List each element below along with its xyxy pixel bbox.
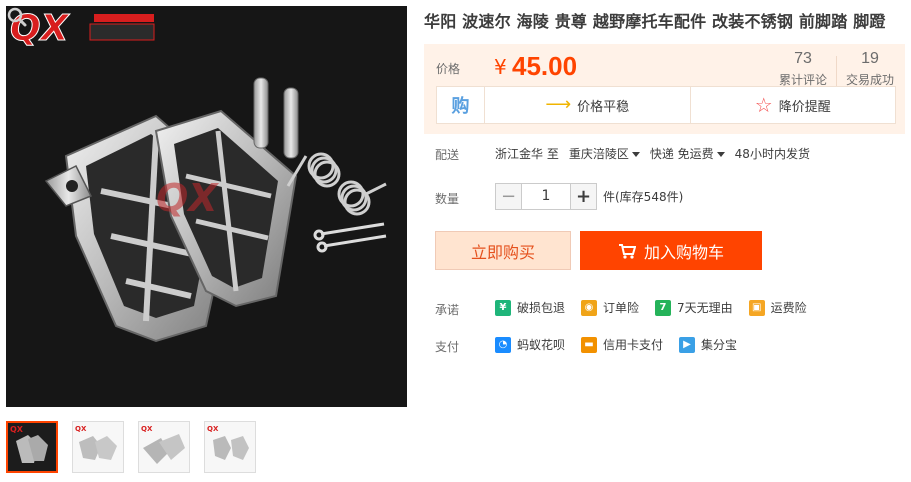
quantity-decrease-button[interactable]: − — [495, 183, 522, 210]
currency-symbol: ¥ — [494, 55, 507, 79]
shipping-insurance-icon: ▣ — [748, 299, 765, 316]
svg-text:QX: QX — [10, 425, 24, 434]
add-to-cart-label: 加入购物车 — [643, 242, 724, 262]
delivery-destination-select[interactable]: 重庆涪陵区 — [569, 145, 640, 162]
promise-item[interactable]: ▣ 运费险 — [748, 299, 807, 316]
promise-list: ¥ 破损包退 ◉ 订单险 7 7天无理由 ▣ 运费险 — [495, 299, 807, 316]
quantity-increase-button[interactable]: + — [570, 183, 597, 210]
price-steady-label: 价格平稳 — [577, 99, 630, 115]
mounting-pins — [253, 77, 299, 159]
promise-item[interactable]: ◉ 订单险 — [581, 299, 639, 316]
chevron-down-icon — [716, 152, 725, 157]
payment-item[interactable]: ▶ 集分宝 — [679, 336, 737, 353]
promise-item[interactable]: ¥ 破损包退 — [495, 299, 565, 316]
payment-item[interactable]: ▬ 信用卡支付 — [581, 336, 663, 353]
payment-item-label: 信用卡支付 — [603, 338, 664, 352]
product-title: 华阳 波速尔 海陵 贵尊 越野摩托车配件 改装不锈钢 前脚踏 脚蹬 — [424, 12, 886, 31]
review-stat[interactable]: 73 累计评论 — [768, 50, 838, 88]
arrow-right-icon: ⟶ — [545, 94, 572, 115]
price-alert-button[interactable]: ☆ 降价提醒 — [689, 87, 896, 123]
thumbnail-4[interactable]: QX — [204, 421, 256, 473]
stock-info: 件(库存548件) — [603, 190, 684, 204]
thumbnail-strip: QX QX QX QX — [6, 421, 256, 473]
price-label: 价格 — [436, 62, 461, 76]
svg-text:QX: QX — [207, 425, 219, 433]
buy-now-button[interactable]: 立即购买 — [435, 231, 571, 270]
payment-item-label: 集分宝 — [701, 338, 738, 352]
sales-count: 19 — [861, 50, 879, 67]
quantity-label: 数量 — [435, 192, 460, 206]
price-panel: 价格 ¥ 45.00 73 累计评论 19 交易成功 购 ⟶ 价格平稳 ☆ 降价… — [424, 44, 905, 134]
price-trend-bar: 购 ⟶ 价格平稳 ☆ 降价提醒 — [436, 86, 896, 124]
thumbnail-1[interactable]: QX — [6, 421, 58, 473]
payment-label: 支付 — [435, 340, 460, 354]
quantity-stepper: − 1 + 件(库存548件) — [495, 183, 683, 210]
cotter-pins — [313, 222, 387, 253]
price-value: 45.00 — [512, 51, 578, 81]
promise-item[interactable]: 7 7天无理由 — [655, 299, 733, 316]
seven-day-icon: 7 — [655, 299, 672, 316]
credit-card-icon: ▬ — [581, 336, 598, 353]
dispatch-time: 48小时内发货 — [734, 147, 810, 161]
star-icon: ☆ — [754, 93, 773, 117]
springs — [286, 152, 387, 216]
zoom-icon[interactable] — [6, 6, 28, 28]
svg-text:QX: QX — [156, 176, 219, 220]
delivery-origin: 浙江金华 至 — [495, 147, 559, 161]
thumbnail-3[interactable]: QX — [138, 421, 190, 473]
svg-text:QX: QX — [75, 425, 87, 433]
shipping-method-select[interactable]: 快递 免运费 — [650, 145, 725, 162]
payment-list: ◔ 蚂蚁花呗 ▬ 信用卡支付 ▶ 集分宝 — [495, 336, 737, 353]
order-insurance-icon: ◉ — [581, 299, 598, 316]
promise-item-label: 破损包退 — [517, 301, 566, 315]
promise-item-label: 7天无理由 — [677, 301, 733, 315]
main-product-image[interactable]: QX QX — [6, 6, 407, 407]
promise-item-label: 运费险 — [770, 301, 807, 315]
promise-item-label: 订单险 — [603, 301, 640, 315]
brand-logo: QX — [10, 8, 155, 50]
huabei-icon: ◔ — [495, 336, 511, 353]
shield-icon: ¥ — [495, 299, 511, 316]
jifenbao-icon: ▶ — [679, 336, 696, 353]
chevron-down-icon — [631, 152, 640, 157]
quantity-input[interactable]: 1 — [522, 183, 570, 210]
cart-icon — [618, 243, 636, 259]
price-alert-label: 降价提醒 — [778, 99, 831, 115]
thumbnail-2[interactable]: QX — [72, 421, 124, 473]
shopping-icon: 购 — [437, 87, 485, 123]
sales-stat: 19 交易成功 — [835, 50, 905, 88]
svg-text:QX: QX — [141, 425, 153, 433]
delivery-label: 配送 — [435, 148, 460, 162]
price-steady: ⟶ 价格平稳 — [485, 87, 690, 123]
payment-item-label: 蚂蚁花呗 — [517, 338, 566, 352]
promise-label: 承诺 — [435, 303, 460, 317]
delivery-info: 浙江金华 至 重庆涪陵区 快递 免运费 48小时内发货 — [495, 145, 810, 162]
payment-item[interactable]: ◔ 蚂蚁花呗 — [495, 336, 565, 353]
add-to-cart-button[interactable]: 加入购物车 — [580, 231, 762, 270]
review-count: 73 — [794, 50, 812, 67]
